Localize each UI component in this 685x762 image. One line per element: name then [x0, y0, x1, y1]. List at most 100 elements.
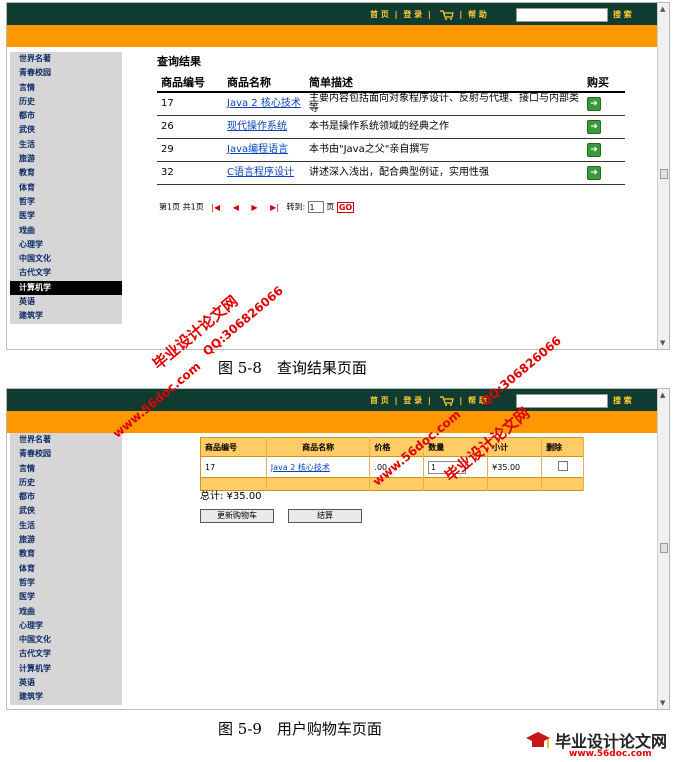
buy-arrow-icon[interactable]: ➜ [587, 166, 601, 180]
checkout-button[interactable]: 结算 [288, 509, 362, 523]
sidebar-item[interactable]: 武侠 [10, 123, 122, 137]
figure-caption-1: 图 5-8 查询结果页面 [218, 359, 367, 377]
nav-home[interactable]: 首 页 [370, 396, 389, 405]
go-button[interactable]: GO [336, 201, 355, 213]
sidebar-item[interactable]: 生活 [10, 519, 122, 533]
prev-page-icon[interactable]: ◀ [233, 203, 239, 212]
top-bar: 首 页 | 登 录 | | 帮 助 搜 索 [7, 3, 657, 25]
product-description: 本书由"Java之父"亲自撰写 [305, 138, 583, 162]
nav-login[interactable]: 登 录 [403, 10, 422, 19]
product-name-link[interactable]: 现代操作系统 [227, 121, 287, 132]
sidebar-item[interactable]: 青春校园 [10, 447, 122, 461]
product-name-link[interactable]: Java 2 核心技术 [227, 98, 301, 109]
page-info: 第1页 共1页 [159, 202, 204, 212]
sidebar-item[interactable]: 旅游 [10, 152, 122, 166]
scrollbar[interactable]: ▲ ▼ [657, 3, 669, 349]
search-input[interactable] [516, 394, 608, 408]
cart-product-id: 17 [200, 456, 267, 478]
table-header-row: 商品编号 商品名称 价格 数量 小计 删除 [200, 437, 584, 457]
sidebar-item[interactable]: 医学 [10, 209, 122, 223]
page-number-input[interactable] [307, 201, 324, 213]
result-title: 查询结果 [157, 55, 201, 68]
buy-arrow-icon[interactable]: ➜ [587, 143, 601, 157]
sidebar-item[interactable]: 心理学 [10, 238, 122, 252]
product-name-link[interactable]: C语言程序设计 [227, 167, 294, 178]
nav-separator: | [459, 10, 463, 19]
result-table: 商品编号 商品名称 简单描述 购买 17 Java 2 核心技术 主要内容包括面… [157, 73, 625, 185]
sidebar-item[interactable]: 英语 [10, 676, 122, 690]
sidebar-item[interactable]: 古代文学 [10, 647, 122, 661]
sidebar-item[interactable]: 哲学 [10, 576, 122, 590]
pagination: 第1页 共1页 |◀ ◀ ▶ ▶| 转到: 页 GO [159, 201, 355, 213]
sidebar-item[interactable]: 中国文化 [10, 633, 122, 647]
nav-separator: | [427, 10, 431, 19]
column-header: 简单描述 [305, 73, 583, 93]
buy-arrow-icon[interactable]: ➜ [587, 97, 601, 111]
sidebar-item[interactable]: 古代文学 [10, 266, 122, 280]
sidebar-item[interactable]: 言情 [10, 462, 122, 476]
sidebar-item[interactable]: 建筑学 [10, 690, 122, 704]
scroll-up-icon[interactable]: ▲ [660, 391, 665, 399]
scrollbar[interactable]: ▲ ▼ [657, 389, 669, 709]
nav-help[interactable]: 帮 助 [468, 10, 487, 19]
sidebar-item[interactable]: 世界名著 [10, 433, 122, 447]
graduation-cap-icon [526, 732, 550, 748]
next-page-icon[interactable]: ▶ [251, 203, 257, 212]
page-unit: 页 [326, 202, 335, 212]
cart-product-name-link[interactable]: Java 2 核心技术 [271, 463, 330, 472]
scroll-down-icon[interactable]: ▼ [660, 699, 665, 707]
scroll-up-icon[interactable]: ▲ [660, 5, 665, 13]
cart-total: 总计: ¥35.00 [200, 491, 262, 502]
search-button[interactable]: 搜 索 [613, 395, 632, 406]
sidebar-item[interactable]: 教育 [10, 547, 122, 561]
sidebar-item[interactable]: 旅游 [10, 533, 122, 547]
sidebar-item-active[interactable]: 计算机学 [10, 280, 122, 296]
buy-arrow-icon[interactable]: ➜ [587, 120, 601, 134]
nav-separator: | [394, 396, 398, 405]
sidebar-item[interactable]: 戏曲 [10, 224, 122, 238]
sidebar-item[interactable]: 戏曲 [10, 605, 122, 619]
sidebar-item[interactable]: 历史 [10, 476, 122, 490]
product-name-link[interactable]: Java编程语言 [227, 144, 288, 155]
sidebar-item[interactable]: 教育 [10, 166, 122, 180]
sidebar-item[interactable]: 医学 [10, 590, 122, 604]
sidebar-item[interactable]: 都市 [10, 109, 122, 123]
nav-separator: | [394, 10, 398, 19]
update-cart-button[interactable]: 更新购物车 [200, 509, 274, 523]
scroll-thumb[interactable] [660, 169, 668, 179]
column-header: 商品编号 [157, 73, 223, 93]
nav-login[interactable]: 登 录 [403, 396, 422, 405]
category-sidebar: 世界名著 青春校园 言情 历史 都市 武侠 生活 旅游 教育 体育 哲学 医学 … [10, 433, 122, 705]
nav-home[interactable]: 首 页 [370, 10, 389, 19]
sidebar-item[interactable]: 武侠 [10, 504, 122, 518]
sidebar-item[interactable]: 建筑学 [10, 309, 122, 323]
column-header: 商品名称 [266, 437, 371, 457]
first-page-icon[interactable]: |◀ [211, 203, 220, 212]
sidebar-item[interactable]: 计算机学 [10, 662, 122, 676]
sidebar-item[interactable]: 心理学 [10, 619, 122, 633]
top-bar: 首 页 | 登 录 | | 帮 助 搜 索 [7, 389, 657, 411]
search-button[interactable]: 搜 索 [613, 9, 632, 20]
sidebar-item[interactable]: 都市 [10, 490, 122, 504]
sidebar-item[interactable]: 言情 [10, 81, 122, 95]
search-input[interactable] [516, 8, 608, 22]
delete-checkbox[interactable] [557, 461, 568, 471]
column-header: 删除 [541, 437, 584, 457]
column-header: 商品名称 [223, 73, 305, 93]
orange-banner [7, 25, 657, 47]
shopping-cart-icon[interactable] [439, 9, 454, 20]
product-id: 26 [157, 115, 223, 139]
sidebar-item[interactable]: 英语 [10, 295, 122, 309]
sidebar-item[interactable]: 生活 [10, 138, 122, 152]
sidebar-item[interactable]: 哲学 [10, 195, 122, 209]
scroll-thumb[interactable] [660, 543, 668, 553]
last-page-icon[interactable]: ▶| [270, 203, 279, 212]
sidebar-item[interactable]: 世界名著 [10, 52, 122, 66]
sidebar-item[interactable]: 体育 [10, 181, 122, 195]
sidebar-item[interactable]: 青春校园 [10, 66, 122, 80]
sidebar-item[interactable]: 历史 [10, 95, 122, 109]
sidebar-item[interactable]: 体育 [10, 562, 122, 576]
scroll-down-icon[interactable]: ▼ [660, 339, 665, 347]
sidebar-item[interactable]: 中国文化 [10, 252, 122, 266]
shopping-cart-icon[interactable] [439, 395, 454, 406]
